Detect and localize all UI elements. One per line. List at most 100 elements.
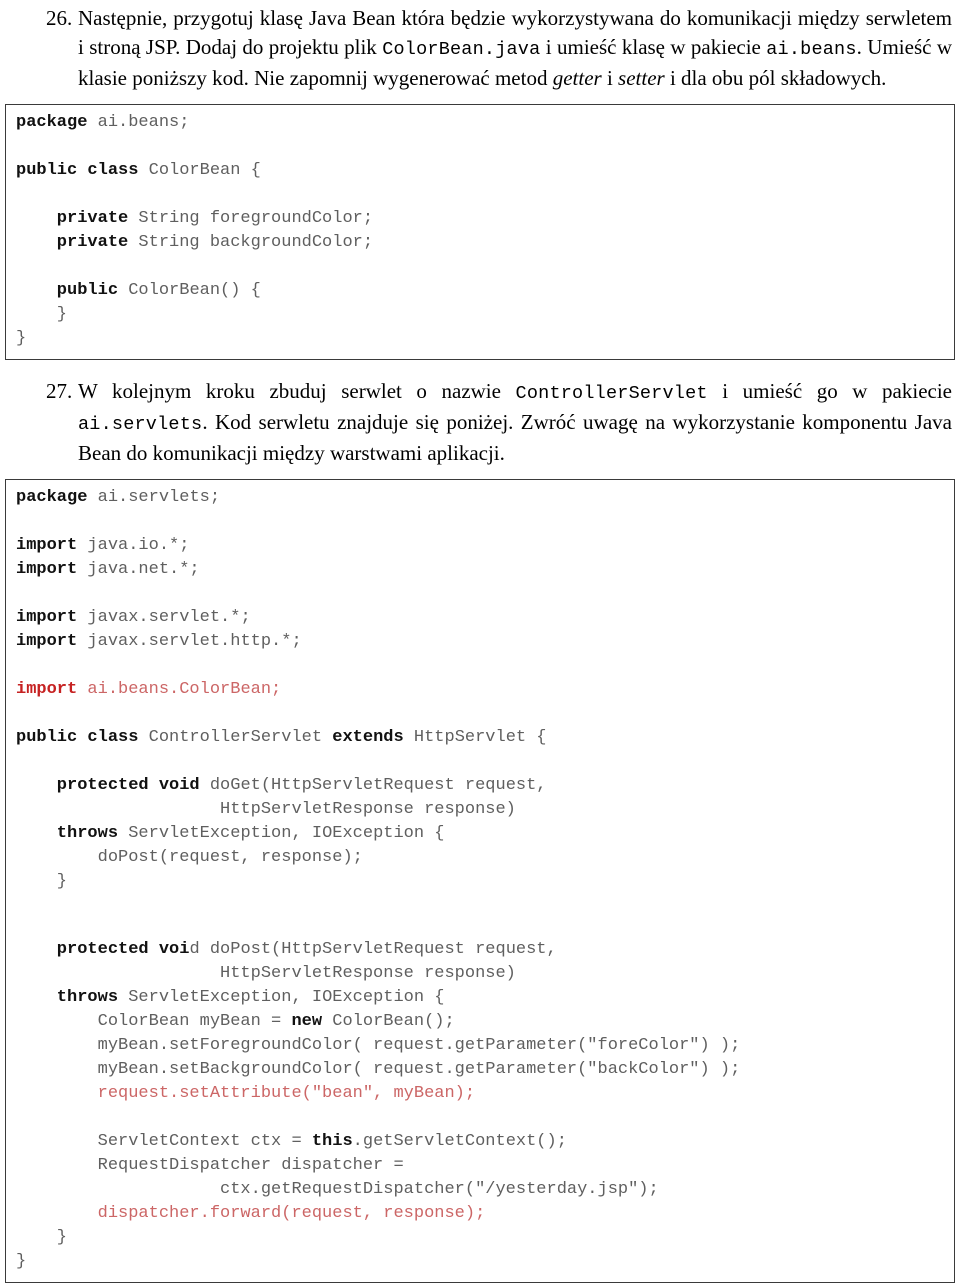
text-segment: . Kod serwletu znajduje się poniżej. Zwr… [78,410,952,465]
keyword-package: package [16,113,88,132]
text-segment: i [601,66,619,90]
keyword-import-highlighted: import [16,680,78,699]
code-line: ColorBean myBean = new ColorBean(); [16,1010,954,1034]
keyword-public: public [16,281,119,300]
code-text: .getServletContext(); [352,1132,567,1151]
text-segment: i dla obu pól składowych. [664,66,887,90]
list-marker-26: 26. [46,6,73,30]
code-line: package ai.beans; [16,111,954,135]
instruction-27-text: W kolejnym kroku zbuduj serwlet o nazwie… [78,377,952,468]
code-line: HttpServletResponse response) [16,798,954,822]
instruction-item-26: 26. Następnie, przygotuj klasę Java Bean… [0,0,960,93]
keyword-import: import [16,632,78,651]
keyword-public-class: public class [16,161,139,180]
keyword-import: import [16,560,78,579]
code-text: } [16,329,27,348]
emphasis-setter: setter [618,66,665,90]
code-line: import javax.servlet.*; [16,606,954,630]
code-line: ctx.getRequestDispatcher("/yesterday.jsp… [16,1178,954,1202]
keyword-private: private [16,233,129,252]
code-text: } [16,1252,27,1271]
code-text: ColorBean { [138,161,261,180]
code-line: RequestDispatcher dispatcher = [16,1154,954,1178]
code-line: package ai.servlets; [16,486,954,510]
code-text: ColorBean myBean = [16,1012,292,1031]
text-segment: i umieść go w pakiecie [707,379,952,403]
code-text: javax.servlet.http.*; [77,632,302,651]
code-text: ai.servlets; [87,488,221,507]
instruction-26-text: Następnie, przygotuj klasę Java Bean któ… [78,4,952,93]
code-text-highlighted: dispatcher.forward(request, response); [16,1204,486,1223]
code-line: import java.io.*; [16,534,954,558]
code-text: } [16,305,68,324]
code-text: } [16,1228,68,1247]
keyword-extends: extends [332,728,404,747]
code-line: myBean.setForegroundColor( request.getPa… [16,1034,954,1058]
code-line-highlighted: request.setAttribute("bean", myBean); [16,1082,954,1106]
code-line: } [16,870,954,894]
code-text: ctx.getRequestDispatcher("/yesterday.jsp… [16,1180,659,1199]
code-line: private String backgroundColor; [16,231,954,255]
code-text: HttpServlet { [403,728,547,747]
code-inline-ai-beans: ai.beans [766,39,857,60]
code-line: public class ControllerServlet extends H… [16,726,954,750]
code-text: HttpServletResponse response) [16,800,516,819]
code-text-highlighted: request.setAttribute("bean", myBean); [16,1084,476,1103]
code-line: throws ServletException, IOException { [16,986,954,1010]
code-text: ServletContext ctx = [16,1132,312,1151]
code-line: throws ServletException, IOException { [16,822,954,846]
code-block-colorbean: package ai.beans; public class ColorBean… [5,104,955,360]
code-text: myBean.setBackgroundColor( request.getPa… [16,1060,741,1079]
code-line: } [16,1250,954,1274]
code-line: import javax.servlet.http.*; [16,630,954,654]
code-text: doGet(HttpServletRequest request, [199,776,547,795]
code-line: } [16,327,954,351]
code-inline-controllerservlet: ControllerServlet [515,383,708,404]
keyword-protected-void: protected void [16,776,200,795]
code-line: private String foregroundColor; [16,207,954,231]
code-line: doPost(request, response); [16,846,954,870]
code-text: javax.servlet.*; [77,608,251,627]
keyword-throws: throws [16,988,119,1007]
keyword-this: this [311,1132,353,1151]
code-line: } [16,303,954,327]
keyword-public-class: public class [16,728,139,747]
text-segment: i umieść klasę w pakiecie [540,35,767,59]
code-text-highlighted: ai.beans.ColorBean; [77,680,282,699]
keyword-throws: throws [16,824,119,843]
document-page: 26. Następnie, przygotuj klasę Java Bean… [0,0,960,1283]
code-text: myBean.setForegroundColor( request.getPa… [16,1036,741,1055]
code-inline-ai-servlets: ai.servlets [78,414,203,435]
text-segment: W kolejnym kroku zbuduj serwlet o nazwie [78,379,516,403]
keyword-import: import [16,608,78,627]
code-text: ColorBean(); [322,1012,455,1031]
class-name-controllerservlet: ControllerServlet [138,728,333,747]
keyword-import: import [16,536,78,555]
code-text: String foregroundColor; [128,209,374,228]
code-line: HttpServletResponse response) [16,962,954,986]
code-text: ai.beans; [87,113,190,132]
code-text: ServletException, IOException { [118,988,445,1007]
code-line: import java.net.*; [16,558,954,582]
keyword-protected-void: protected voi [16,940,190,959]
code-line: ServletContext ctx = this.getServletCont… [16,1130,954,1154]
code-line: public ColorBean() { [16,279,954,303]
code-text: ColorBean() { [118,281,261,300]
keyword-new: new [291,1012,323,1031]
code-line: protected void doPost(HttpServletRequest… [16,938,954,962]
code-text: RequestDispatcher dispatcher = [16,1156,404,1175]
code-text: } [16,872,68,891]
code-text: String backgroundColor; [128,233,374,252]
code-line: myBean.setBackgroundColor( request.getPa… [16,1058,954,1082]
code-line: protected void doGet(HttpServletRequest … [16,774,954,798]
code-text: d doPost(HttpServletRequest request, [189,940,557,959]
